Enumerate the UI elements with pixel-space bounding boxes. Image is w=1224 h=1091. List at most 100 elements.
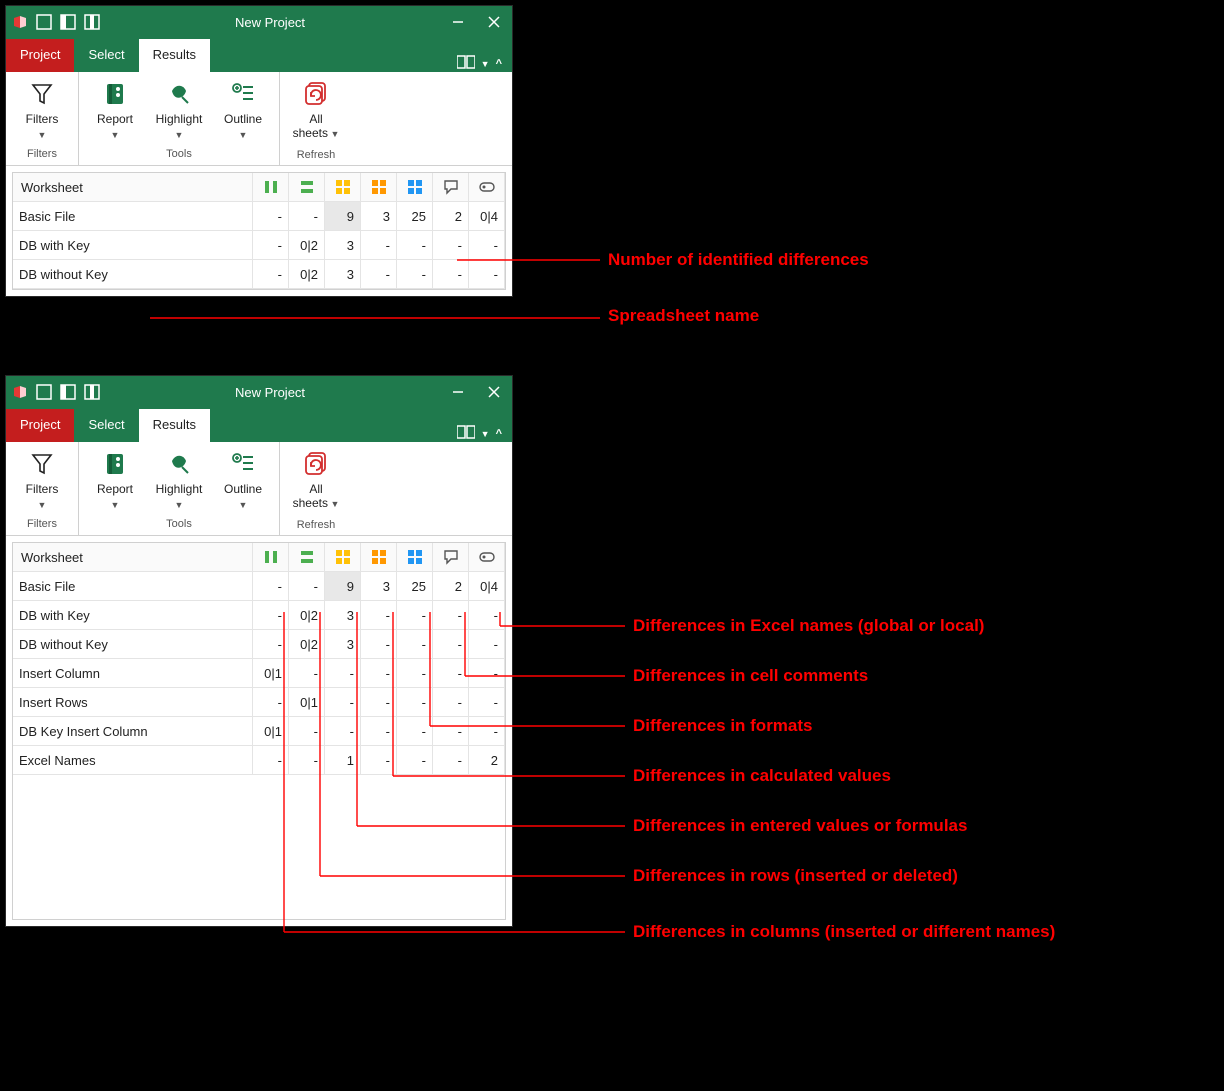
all-sheets-button[interactable]: Allsheets ▼ <box>286 448 346 513</box>
cell-c2: - <box>325 688 361 717</box>
tab-project[interactable]: Project <box>6 39 74 72</box>
highlight-button[interactable]: Highlight ▼ <box>149 78 209 142</box>
chevron-down-icon[interactable]: ▼ <box>481 59 490 69</box>
cell-c3: 3 <box>361 202 397 231</box>
tab-bar: Project Select Results ▼ ^ <box>6 408 512 442</box>
minimize-button[interactable] <box>440 6 476 38</box>
cell-c0: - <box>253 231 289 260</box>
app-icon <box>12 384 28 400</box>
cell-c4: - <box>397 231 433 260</box>
col-c5[interactable] <box>433 543 469 572</box>
refresh-icon <box>302 80 330 108</box>
table-row[interactable]: Insert Column0|1------ <box>13 659 505 688</box>
cell-c2: 3 <box>325 260 361 289</box>
tab-results[interactable]: Results <box>139 39 210 72</box>
layout-split-center-icon[interactable] <box>84 384 100 400</box>
table-row[interactable]: Basic File--932520|4 <box>13 572 505 601</box>
table-row[interactable]: Insert Rows-0|1----- <box>13 688 505 717</box>
col-c4[interactable] <box>397 543 433 572</box>
col-c0[interactable] <box>253 543 289 572</box>
outline-button[interactable]: Outline ▼ <box>213 448 273 512</box>
close-button[interactable] <box>476 6 512 38</box>
cell-c6: - <box>469 601 505 630</box>
col-c1[interactable] <box>289 543 325 572</box>
cell-c2: - <box>325 717 361 746</box>
col-c0[interactable] <box>253 173 289 202</box>
layout-single-icon[interactable] <box>36 384 52 400</box>
tab-project[interactable]: Project <box>6 409 74 442</box>
report-icon <box>101 450 129 478</box>
worksheet-name: DB without Key <box>13 260 253 289</box>
minimize-button[interactable] <box>440 376 476 408</box>
col-c6[interactable] <box>469 173 505 202</box>
col-c3[interactable] <box>361 543 397 572</box>
results-grid[interactable]: Worksheet Basic File--932520|4DB with Ke… <box>12 172 506 290</box>
ribbon-group-filters: Filters <box>6 516 78 534</box>
table-row[interactable]: DB without Key-0|23---- <box>13 260 505 289</box>
cell-c0: - <box>253 746 289 775</box>
collapse-ribbon-icon[interactable]: ^ <box>496 58 502 70</box>
results-grid[interactable]: Worksheet Basic File--932520|4DB with Ke… <box>12 542 506 920</box>
table-row[interactable]: DB with Key-0|23---- <box>13 231 505 260</box>
cell-c1: - <box>289 717 325 746</box>
ribbon-group-filters: Filters <box>6 146 78 164</box>
cell-c5: 2 <box>433 572 469 601</box>
outline-icon <box>229 80 257 108</box>
layout-picker-icon[interactable] <box>457 425 475 442</box>
table-row[interactable]: DB Key Insert Column0|1------ <box>13 717 505 746</box>
col-c4[interactable] <box>397 173 433 202</box>
cell-c3: - <box>361 231 397 260</box>
outline-icon <box>229 450 257 478</box>
chevron-down-icon: ▼ <box>111 130 120 140</box>
table-row[interactable]: Excel Names--1---2 <box>13 746 505 775</box>
col-c5[interactable] <box>433 173 469 202</box>
annotation-comments: Differences in cell comments <box>633 666 868 686</box>
worksheet-name: Excel Names <box>13 746 253 775</box>
cell-c0: 0|1 <box>253 717 289 746</box>
outline-button[interactable]: Outline ▼ <box>213 78 273 142</box>
table-row[interactable]: Basic File--932520|4 <box>13 202 505 231</box>
cell-c0: - <box>253 601 289 630</box>
chevron-down-icon: ▼ <box>239 500 248 510</box>
cell-c2: 1 <box>325 746 361 775</box>
table-row[interactable]: DB without Key-0|23---- <box>13 630 505 659</box>
layout-picker-icon[interactable] <box>457 55 475 72</box>
cell-c6: - <box>469 260 505 289</box>
annotation-rows: Differences in rows (inserted or deleted… <box>633 866 958 886</box>
cell-c1: 0|2 <box>289 260 325 289</box>
chevron-down-icon[interactable]: ▼ <box>481 429 490 439</box>
ribbon-group-refresh: Refresh <box>280 147 352 165</box>
filters-button[interactable]: Filters ▼ <box>12 448 72 512</box>
cell-c1: - <box>289 202 325 231</box>
collapse-ribbon-icon[interactable]: ^ <box>496 428 502 440</box>
col-c2[interactable] <box>325 173 361 202</box>
col-worksheet[interactable]: Worksheet <box>13 543 253 572</box>
worksheet-name: Basic File <box>13 572 253 601</box>
table-row[interactable]: DB with Key-0|23---- <box>13 601 505 630</box>
all-sheets-button[interactable]: Allsheets ▼ <box>286 78 346 143</box>
tab-select[interactable]: Select <box>74 409 138 442</box>
col-c6[interactable] <box>469 543 505 572</box>
tab-results[interactable]: Results <box>139 409 210 442</box>
col-c2[interactable] <box>325 543 361 572</box>
highlight-button[interactable]: Highlight ▼ <box>149 448 209 512</box>
close-button[interactable] <box>476 376 512 408</box>
layout-split-center-icon[interactable] <box>84 14 100 30</box>
col-c1[interactable] <box>289 173 325 202</box>
titlebar: New Project <box>6 6 512 38</box>
layout-split-left-icon[interactable] <box>60 384 76 400</box>
worksheet-name: Basic File <box>13 202 253 231</box>
cell-c0: 0|1 <box>253 659 289 688</box>
layout-split-left-icon[interactable] <box>60 14 76 30</box>
col-worksheet[interactable]: Worksheet <box>13 173 253 202</box>
cell-c1: 0|2 <box>289 601 325 630</box>
cell-c5: - <box>433 260 469 289</box>
col-c3[interactable] <box>361 173 397 202</box>
report-button[interactable]: Report ▼ <box>85 78 145 142</box>
worksheet-name: Insert Rows <box>13 688 253 717</box>
filters-button[interactable]: Filters ▼ <box>12 78 72 142</box>
window-title: New Project <box>100 15 440 30</box>
report-button[interactable]: Report ▼ <box>85 448 145 512</box>
tab-select[interactable]: Select <box>74 39 138 72</box>
layout-single-icon[interactable] <box>36 14 52 30</box>
